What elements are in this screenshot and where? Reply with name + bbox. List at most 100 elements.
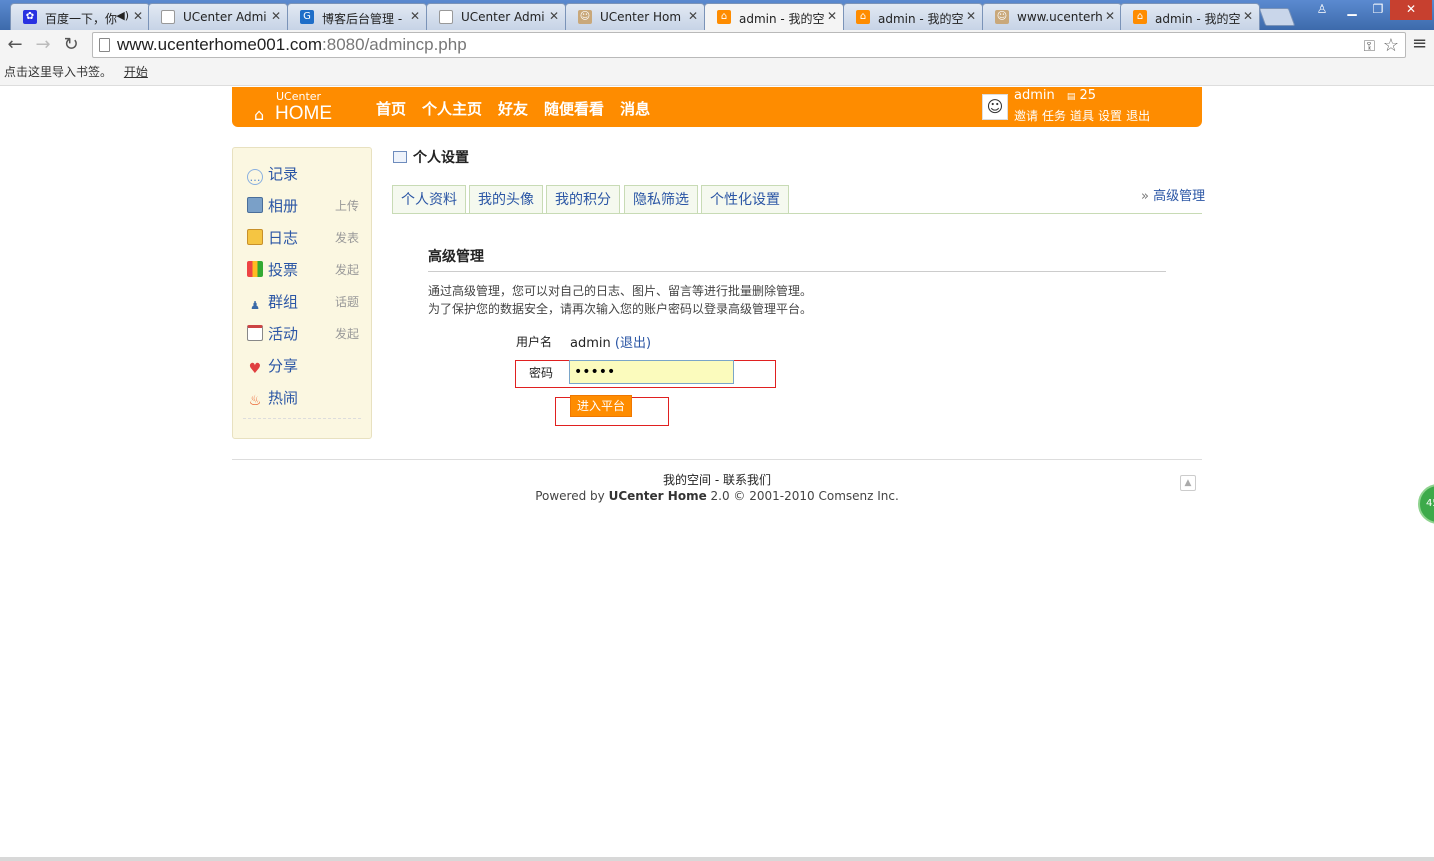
star-icon[interactable]: ☆ (1383, 33, 1399, 57)
password-input[interactable]: ••••• (569, 360, 734, 384)
close-icon[interactable]: ✕ (1105, 9, 1115, 23)
sidebar-item-album[interactable]: 相册 上传 (247, 194, 359, 218)
tab-personalize[interactable]: 个性化设置 (701, 185, 789, 214)
contact-link[interactable]: 联系我们 (723, 473, 771, 487)
back-arrow-icon[interactable]: ← (4, 34, 26, 56)
browser-tab[interactable]: G 博客后台管理 - ✕ (287, 3, 427, 30)
nav-browse[interactable]: 随便看看 (544, 100, 604, 118)
sidebar-item-events[interactable]: 活动 发起 (247, 322, 359, 346)
sidebar-item-hot[interactable]: ♨ 热闹 (247, 386, 359, 410)
face-icon: ☺ (995, 10, 1009, 24)
props-link[interactable]: 道具 (1070, 109, 1094, 123)
key-icon[interactable]: ⚿ (1364, 35, 1375, 59)
product-name[interactable]: UCenter Home (609, 489, 707, 503)
logo[interactable]: HOME (275, 103, 332, 125)
close-icon[interactable]: ✕ (549, 9, 559, 23)
user-links: 邀请 任务 道具 设置 退出 (1014, 107, 1154, 124)
footer-links: 我的空间 - 联系我们 (232, 471, 1202, 488)
close-icon[interactable]: ✕ (1243, 9, 1253, 23)
new-tab-button[interactable] (1258, 8, 1296, 26)
sidebar-divider (243, 418, 361, 419)
browser-tab[interactable]: UCenter Admi ✕ (148, 3, 288, 30)
powered-prefix: Powered by (535, 489, 609, 503)
tab-avatar[interactable]: 我的头像 (469, 185, 543, 214)
page-icon (161, 10, 175, 24)
logout-link-inline[interactable]: (退出) (615, 336, 651, 351)
poll-create-link[interactable]: 发起 (335, 258, 359, 282)
logo-small-text: UCenter (276, 90, 322, 103)
close-window-button[interactable]: ✕ (1390, 0, 1432, 20)
nav-messages[interactable]: 消息 (620, 100, 650, 118)
settings-icon (393, 151, 407, 163)
close-icon[interactable]: ✕ (688, 9, 698, 23)
tab-label: admin - 我的空 (739, 12, 825, 26)
coin-icon: ▤ (1066, 92, 1076, 102)
task-link[interactable]: 任务 (1042, 109, 1066, 123)
menu-icon[interactable]: ≡ (1412, 35, 1427, 53)
sidebar-item-label: 相册 (268, 197, 299, 215)
tab-label: 博客后台管理 - (322, 12, 403, 26)
notebook-icon (247, 229, 263, 245)
powered-by: Powered by UCenter Home 2.0 © 2001-2010 … (232, 489, 1202, 503)
heading-divider (428, 271, 1166, 272)
tab-label: UCenter Admi (461, 10, 545, 24)
browser-tab[interactable]: ☺ UCenter Hom ✕ (565, 3, 705, 30)
user-icon[interactable]: ♙ (1310, 0, 1334, 20)
close-icon[interactable]: ✕ (966, 9, 976, 23)
sidebar-item-label: 群组 (268, 293, 299, 311)
restore-button[interactable]: ❐ (1366, 0, 1390, 20)
nav-profile[interactable]: 个人主页 (422, 100, 482, 118)
sidebar-item-label: 记录 (268, 165, 299, 183)
sidebar-item-records[interactable]: … 记录 (247, 162, 359, 186)
forward-arrow-icon[interactable]: → (32, 34, 54, 56)
enter-platform-button[interactable]: 进入平台 (570, 395, 632, 417)
tab-privacy[interactable]: 隐私筛选 (624, 185, 698, 214)
minimize-button[interactable]: ▁ (1340, 0, 1364, 20)
bookmark-start-link[interactable]: 开始 (124, 65, 148, 79)
browser-tab[interactable]: UCenter Admi ✕ (426, 3, 566, 30)
advanced-manage-link[interactable]: » 高级管理 (1141, 185, 1205, 204)
sidebar-item-label: 分享 (268, 357, 299, 375)
credit-count: 25 (1079, 88, 1097, 103)
tab-profile[interactable]: 个人资料 (392, 185, 466, 214)
close-icon[interactable]: ✕ (271, 9, 281, 23)
browser-tab[interactable]: ⌂ admin - 我的空 ✕ (843, 3, 983, 30)
description-line-2: 为了保护您的数据安全，请再次输入您的账户密码以登录高级管理平台。 (428, 302, 813, 316)
nav-friends[interactable]: 好友 (498, 100, 528, 118)
close-icon[interactable]: ✕ (827, 9, 837, 23)
username-text: admin (570, 336, 611, 351)
browser-tab[interactable]: ✿ 百度一下，你 ◀) ✕ (10, 3, 150, 30)
speaker-icon: ◀) (116, 9, 129, 22)
tab-credits[interactable]: 我的积分 (546, 185, 620, 214)
settings-link[interactable]: 设置 (1098, 109, 1122, 123)
event-create-link[interactable]: 发起 (335, 322, 359, 346)
back-to-top-icon[interactable]: ▲ (1180, 475, 1196, 491)
reload-icon[interactable]: ↻ (60, 34, 82, 56)
sidebar-item-label: 日志 (268, 229, 299, 247)
window-bottom-edge (0, 857, 1434, 861)
page-icon (439, 10, 453, 24)
close-icon[interactable]: ✕ (410, 9, 420, 23)
invite-link[interactable]: 邀请 (1014, 109, 1038, 123)
footer-sep: - (711, 473, 723, 487)
page-title: 个人设置 (413, 150, 469, 166)
address-bar[interactable]: www.ucenterhome001.com:8080/admincp.php … (92, 32, 1406, 58)
blog-post-link[interactable]: 发表 (335, 226, 359, 250)
sidebar-item-label: 投票 (268, 261, 299, 279)
close-icon[interactable]: ✕ (133, 9, 143, 23)
sidebar-item-share[interactable]: ♥ 分享 (247, 354, 359, 378)
sidebar-item-groups[interactable]: ♟ 群组 话题 (247, 290, 359, 314)
sidebar-item-blog[interactable]: 日志 发表 (247, 226, 359, 250)
browser-tab[interactable]: ☺ www.ucenterh ✕ (982, 3, 1122, 30)
group-topic-link[interactable]: 话题 (335, 290, 359, 314)
album-upload-link[interactable]: 上传 (335, 194, 359, 218)
my-space-link[interactable]: 我的空间 (663, 473, 711, 487)
avatar[interactable]: ☺ (982, 94, 1008, 120)
browser-tab[interactable]: ⌂ admin - 我的空 ✕ (1120, 3, 1260, 30)
sidebar-item-poll[interactable]: 投票 发起 (247, 258, 359, 282)
browser-tab-active[interactable]: ⌂ admin - 我的空 ✕ (704, 3, 844, 30)
floating-widget[interactable]: 45 (1418, 484, 1434, 524)
logout-link[interactable]: 退出 (1126, 109, 1150, 123)
nav-home[interactable]: 首页 (376, 100, 406, 118)
username-link[interactable]: admin (1014, 88, 1055, 103)
